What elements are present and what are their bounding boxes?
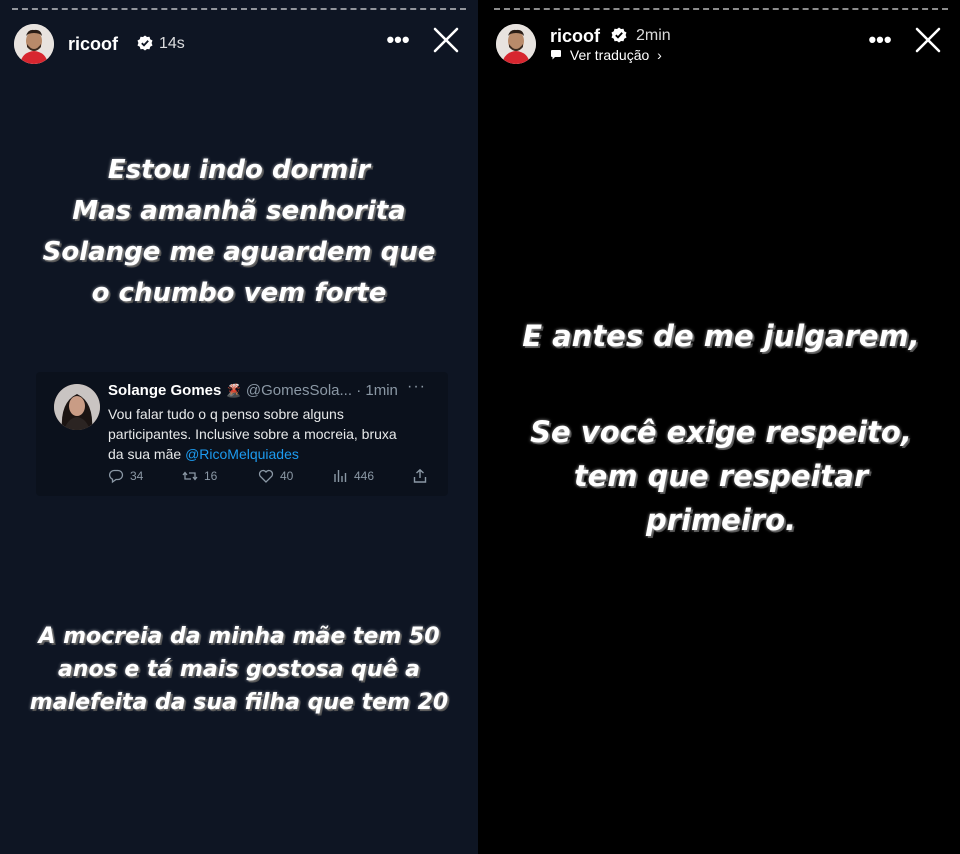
story-header: ricoof 14s ••• [14,22,464,68]
story-progress-bar [12,8,466,10]
story-text-line: primeiro. [645,503,797,537]
tweet-handle: @GomesSola... [245,382,353,399]
heart-icon [258,469,274,483]
translate-label: Ver tradução [569,47,650,63]
tweet-actions: 34 16 40 446 [108,468,430,484]
story-panel-right[interactable]: ricoof 2min Ver tradução › ••• E antes d… [482,0,960,854]
tweet-text: Vou falar tudo o q penso sobre alguns pa… [108,404,408,464]
story-text-line: Mas amanhã senhorita [72,196,406,226]
like-count: 40 [280,469,294,483]
retweet-icon [182,471,198,481]
verified-badge-icon [137,35,153,51]
tweet-time: · 1min [356,382,398,399]
avatar-image [14,24,54,64]
chevron-right-icon: › [657,47,662,63]
story-text-line: Estou indo dormir [107,155,371,185]
tweet-avatar[interactable] [54,384,100,430]
story-text-line: Se você exige respeito, [530,415,912,449]
story-panel-left[interactable]: ricoof 14s ••• Estou indo dormir Mas ama… [0,0,478,854]
avatar[interactable] [14,24,54,64]
verified-badge-icon [611,27,627,43]
story-username[interactable]: ricoof [68,34,118,55]
story-header: ricoof 2min Ver tradução › ••• [496,22,946,68]
more-options-icon[interactable]: ••• [866,29,894,56]
story-text-line: E antes de me julgarem, [522,319,920,353]
story-text-line: o chumbo vem forte [91,278,387,308]
more-options-icon[interactable]: ••• [384,29,412,56]
share-icon [413,468,427,483]
tweet-more-icon[interactable]: ··· [407,378,426,396]
close-icon[interactable] [912,24,944,56]
retweet-button[interactable]: 16 [182,468,217,484]
story-text-bottom: A mocreia da minha mãe tem 50 anos e tá … [0,620,478,719]
embedded-tweet[interactable]: Solange Gomes 🌋 @GomesSola... · 1min ···… [36,372,448,496]
reply-icon [109,469,124,484]
story-text-line: anos e tá mais gostosa quê a [57,657,421,682]
translate-link[interactable]: Ver tradução › [550,47,662,63]
story-text-line: tem que respeitar [573,459,869,493]
reply-count: 34 [130,469,144,483]
avatar[interactable] [496,24,536,64]
story-text-bottom: Se você exige respeito, tem que respeita… [482,410,960,542]
story-time: 2min [636,27,671,44]
tweet-avatar-image [54,384,100,430]
views-count: 446 [354,469,375,483]
story-username[interactable]: ricoof [550,26,600,47]
story-text-line: malefeita da sua filha que tem 20 [29,690,449,715]
views-button[interactable]: 446 [332,468,374,484]
tweet-mention-link[interactable]: @RicoMelquiades [185,446,299,462]
story-text-line: A mocreia da minha mãe tem 50 [38,624,440,649]
story-time: 14s [159,35,185,52]
avatar-image [496,24,536,64]
views-chart-icon [334,470,347,482]
volcano-emoji-icon: 🌋 [225,383,242,398]
close-icon[interactable] [430,24,462,56]
story-text-line: Solange me aguardem que [42,237,436,267]
story-text-top: E antes de me julgarem, [482,316,960,356]
share-button[interactable] [412,468,428,484]
tweet-name: Solange Gomes [108,382,222,399]
translate-icon [551,50,561,60]
reply-button[interactable]: 34 [108,468,143,484]
story-text-top: Estou indo dormir Mas amanhã senhorita S… [0,150,478,314]
tweet-author[interactable]: Solange Gomes 🌋 @GomesSola... · 1min [108,382,398,399]
like-button[interactable]: 40 [258,468,293,484]
story-progress-bar [494,8,948,10]
retweet-count: 16 [204,469,218,483]
